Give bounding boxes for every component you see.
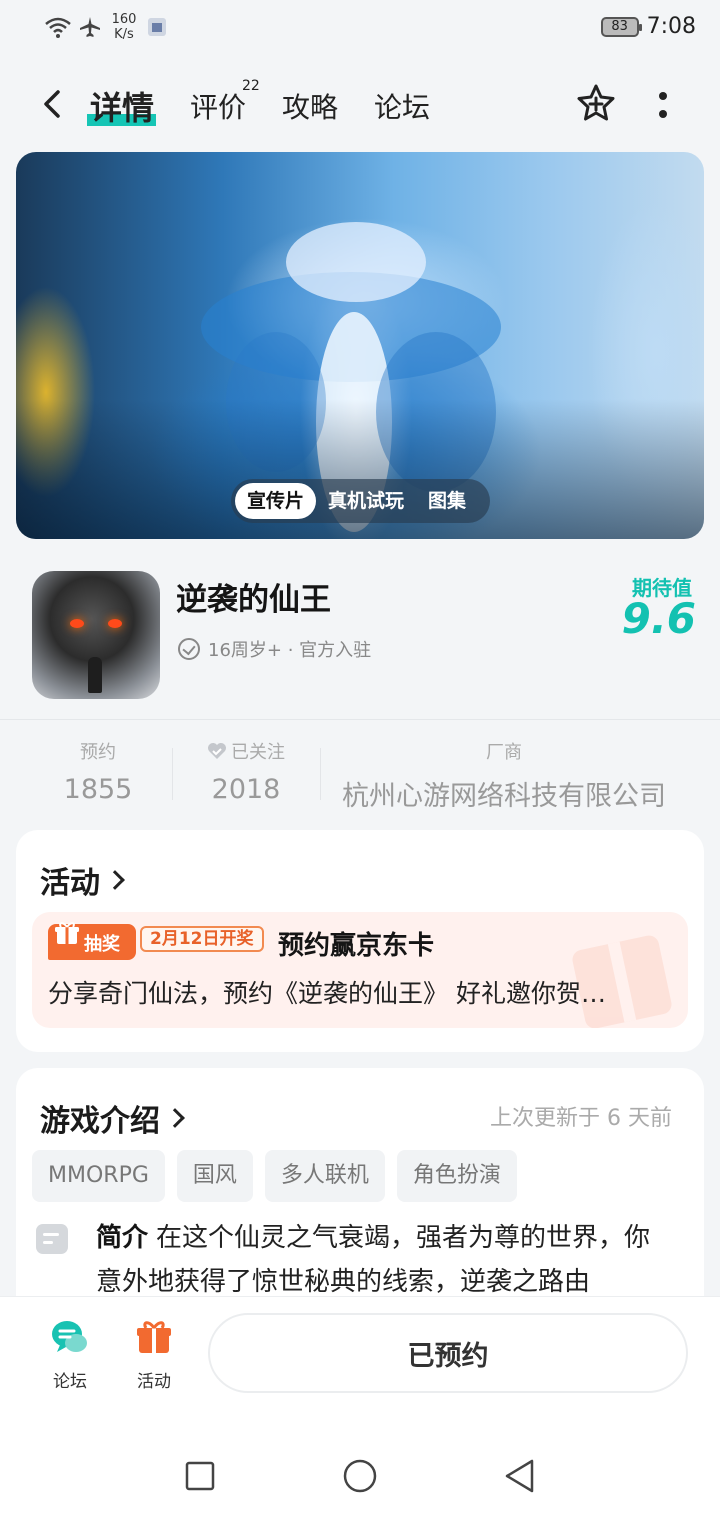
forum-label: 论坛 [53, 1372, 87, 1392]
verified-check-icon [178, 638, 200, 660]
more-options-icon[interactable] [650, 88, 676, 122]
chevron-right-icon [105, 870, 125, 890]
intro-text: 简介 在这个仙灵之气衰竭，强者为尊的世界，你意外地获得了惊世秘典的线索，逆袭之路由 [96, 1216, 676, 1304]
reviews-count-badge: 22 [242, 78, 260, 94]
stat-developer[interactable]: 厂商 杭州心游网络科技有限公司 [334, 738, 674, 813]
followed-label: 已关注 [231, 742, 285, 763]
last-updated: 上次更新于 6 天前 [490, 1106, 672, 1131]
speed-unit: K/s [114, 27, 134, 42]
back-triangle-icon[interactable] [502, 1458, 538, 1494]
draw-date-badge: 2月12日开奖 [140, 926, 264, 952]
icon-eye-left [70, 619, 84, 628]
stat-label: 厂商 [486, 742, 522, 763]
forum-button[interactable]: 论坛 [40, 1317, 100, 1392]
intro-label: 简介 [96, 1223, 149, 1253]
activity-headline: 预约赢京东卡 [278, 931, 435, 961]
stat-label: 已关注 [186, 738, 306, 764]
activity-card: 活动 抽奖 2月12日开奖 预约赢京东卡 分享奇门仙法，预约《逆袭的仙王》 好礼… [16, 830, 704, 1052]
game-title: 逆袭的仙王 [176, 582, 331, 618]
activity-description: 分享奇门仙法，预约《逆袭的仙王》 好礼邀你贺… [48, 979, 606, 1008]
wifi-icon [45, 17, 71, 38]
hero-video[interactable]: 宣传片 真机试玩 图集 [16, 152, 704, 539]
tag-mmorpg[interactable]: MMORPG [32, 1150, 165, 1202]
favorite-star-icon[interactable] [574, 82, 618, 126]
intro-title-text: 游戏介绍 [40, 1104, 160, 1139]
stat-value: 1855 [63, 774, 133, 805]
reserved-button[interactable]: 已预约 [208, 1313, 688, 1393]
media-tabs: 宣传片 真机试玩 图集 [231, 479, 490, 523]
divider [0, 719, 720, 720]
media-tab-gameplay[interactable]: 真机试玩 [316, 483, 416, 519]
developer-name: 杭州心游网络科技有限公司 [342, 781, 666, 812]
intro-card-title[interactable]: 游戏介绍 [40, 1096, 185, 1140]
tag-list: MMORPG 国风 多人联机 角色扮演 [32, 1150, 517, 1202]
tag-multiplayer[interactable]: 多人联机 [264, 1150, 385, 1202]
activity-label: 活动 [137, 1372, 171, 1392]
stat-divider [172, 748, 173, 800]
icon-figure [88, 657, 102, 693]
stat-label: 预约 [80, 742, 116, 763]
chat-bubble-icon [52, 1321, 87, 1352]
tab-details[interactable]: 详情 [90, 83, 154, 129]
airplane-icon [80, 17, 100, 37]
icon-eye-right [108, 619, 122, 628]
network-speed: 160 K/s [108, 12, 140, 42]
intro-body: 在这个仙灵之气衰竭，强者为尊的世界，你意外地获得了惊世秘典的线索，逆袭之路由 [96, 1223, 651, 1297]
tab-guides[interactable]: 攻略 [282, 86, 338, 126]
game-info: 逆袭的仙王 16周岁+ · 官方入驻 期待值 9.6 [0, 550, 720, 720]
stat-divider [320, 748, 321, 800]
document-icon [36, 1224, 68, 1254]
gift-box-icon [137, 1321, 171, 1353]
stat-value: 2018 [211, 774, 281, 805]
stat-followers[interactable]: 已关注 2018 [186, 738, 306, 805]
tag-rpg[interactable]: 角色扮演 [396, 1150, 517, 1202]
status-right: 83 7:08 [600, 14, 696, 39]
battery-level: 83 [611, 19, 628, 34]
bottom-action-bar: 论坛 活动 已预约 [0, 1296, 720, 1408]
tab-reviews[interactable]: 评价 [190, 86, 246, 126]
media-tab-trailer[interactable]: 宣传片 [235, 483, 317, 519]
battery-icon: 83 [600, 16, 642, 37]
lottery-badge: 抽奖 [48, 922, 136, 960]
speed-value: 160 [111, 12, 137, 27]
status-left: 160 K/s [44, 12, 168, 42]
media-tab-gallery[interactable]: 图集 [416, 483, 478, 519]
game-intro-card: 游戏介绍 上次更新于 6 天前 MMORPG 国风 多人联机 角色扮演 简介 在这… [16, 1068, 704, 1328]
home-icon[interactable] [342, 1458, 378, 1494]
recent-apps-icon[interactable] [184, 1460, 216, 1492]
chevron-right-icon [165, 1108, 185, 1128]
expectation-score: 9.6 [621, 594, 696, 643]
back-arrow-icon[interactable] [34, 84, 74, 124]
age-rating-text: 16周岁+ · 官方入驻 [208, 640, 372, 661]
status-bar: 160 K/s 83 7:08 [0, 0, 720, 58]
gift-icon [55, 922, 79, 944]
activity-button[interactable]: 活动 [124, 1317, 184, 1392]
top-nav: 详情 评价 22 攻略 论坛 [0, 70, 720, 140]
game-icon [32, 571, 160, 699]
stats-row: 预约 1855 已关注 2018 厂商 杭州心游网络科技有限公司 [0, 730, 720, 820]
activity-banner[interactable]: 抽奖 2月12日开奖 预约赢京东卡 分享奇门仙法，预约《逆袭的仙王》 好礼邀你贺… [32, 912, 688, 1028]
clock: 7:08 [646, 14, 696, 39]
system-nav-bar [0, 1408, 720, 1520]
tab-forum[interactable]: 论坛 [374, 86, 430, 126]
activity-card-title[interactable]: 活动 [40, 858, 125, 902]
activity-title-text: 活动 [40, 866, 100, 901]
stat-reservations: 预约 1855 [48, 738, 148, 805]
app-notification-icon [148, 18, 166, 36]
game-meta: 16周岁+ · 官方入驻 [178, 636, 371, 662]
tag-guofeng[interactable]: 国风 [176, 1150, 253, 1202]
lottery-text: 抽奖 [84, 934, 120, 955]
heart-check-icon [207, 742, 227, 760]
